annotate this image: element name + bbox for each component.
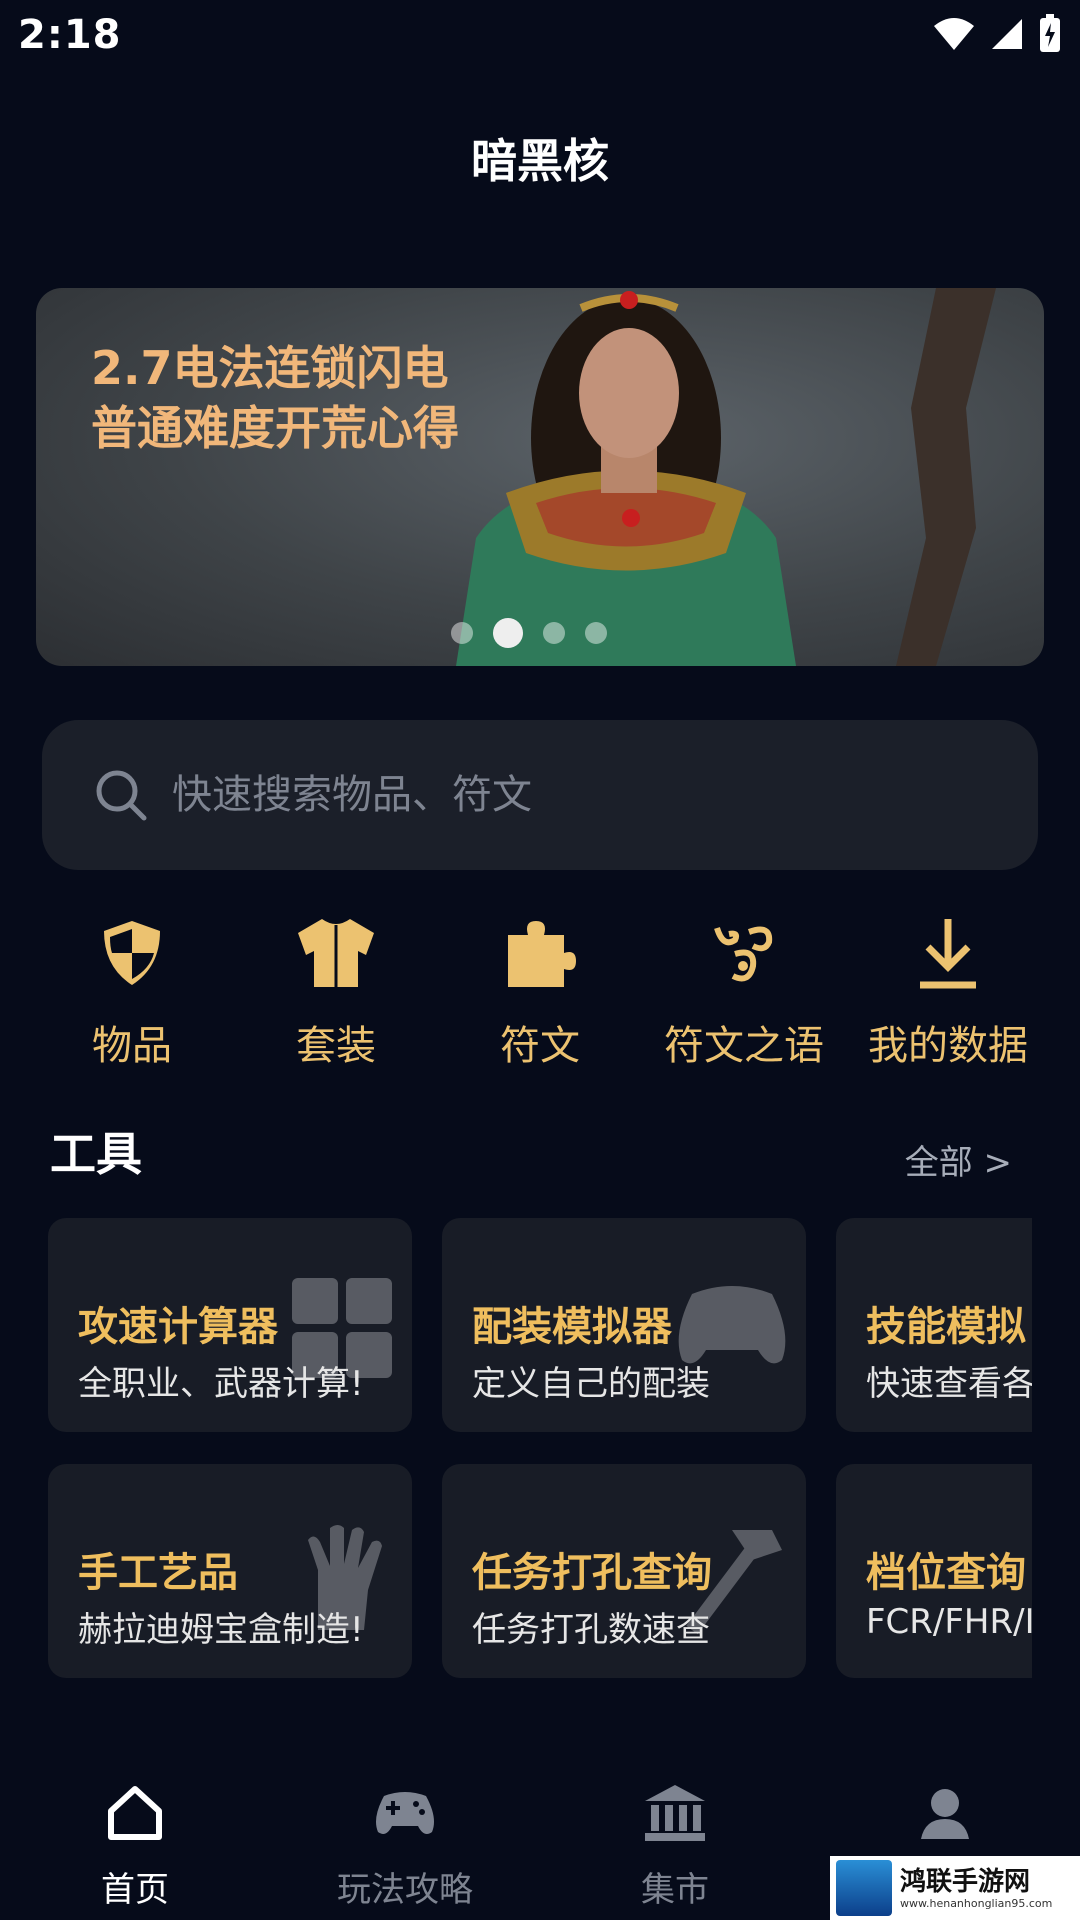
banner-carousel[interactable]: 2.7电法连锁闪电 普通难度开荒心得 [36,288,1044,666]
tool-subtitle: 定义自己的配装 [472,1364,710,1404]
category-label: 套装 [296,1023,376,1069]
carousel-dot[interactable] [451,622,473,644]
category-label: 符文 [500,1023,580,1069]
see-all-link[interactable]: 全部 > [905,1135,1012,1184]
watermark-name: 鸿联手游网 [900,1866,1031,1897]
tool-subtitle: FCR/FHR/I [866,1602,1032,1642]
tool-subtitle: 任务打孔数速查 [472,1610,710,1650]
wifi-icon [934,18,974,50]
shield-icon [104,921,160,985]
tool-subtitle: 快速查看各 [866,1364,1032,1404]
tool-title: 任务打孔查询 [472,1550,712,1596]
tab-label: 首页 [101,1870,169,1910]
signal-icon [992,19,1022,49]
tab-guides[interactable]: 玩法攻略 [270,1760,540,1920]
category-row: 物品 套装 符文 符文之语 我的数据 [30,905,1050,1071]
carousel-dot-active[interactable] [493,618,523,648]
status-icons [932,14,1062,54]
category-label: 物品 [92,1023,172,1069]
tool-subtitle: 全职业、武器计算! [78,1364,364,1404]
tools-grid: 攻速计算器 全职业、武器计算! 配装模拟器 定义自己的配装 技能模拟 快速查看各… [48,1218,1032,1678]
home-icon [108,1786,162,1840]
tools-section-title: 工具 [50,1127,142,1181]
tool-title: 技能模拟 [866,1304,1026,1350]
tool-subtitle: 赫拉迪姆宝盒制造! [78,1610,364,1650]
status-time: 2:18 [18,12,122,58]
carousel-dot[interactable] [543,622,565,644]
banner-line-1: 2.7电法连锁闪电 [91,341,449,395]
market-icon [645,1785,705,1841]
shirt-icon [298,919,374,987]
category-label: 我的数据 [868,1023,1028,1069]
profile-icon [921,1789,969,1839]
tool-card-breakpoints[interactable]: 档位查询 FCR/FHR/I [836,1464,1032,1678]
banner-line-2: 普通难度开荒心得 [91,401,459,455]
watermark-logo [836,1860,892,1916]
tool-title: 配装模拟器 [472,1304,672,1350]
search-input[interactable] [170,771,934,819]
tab-market[interactable]: 集市 [540,1760,810,1920]
watermark: 鸿联手游网 www.henanhonglian95.com [830,1856,1080,1920]
rune-symbol-icon [714,926,773,982]
tool-card-skill-simulator[interactable]: 技能模拟 快速查看各 [836,1218,1032,1432]
page-title: 暗黑核 [471,134,609,188]
puzzle-icon [508,921,576,987]
category-my-data[interactable]: 我的数据 [846,905,1050,1071]
download-icon [920,919,976,989]
tab-label: 玩法攻略 [337,1870,473,1910]
search-icon [96,770,147,821]
category-runewords[interactable]: 符文之语 [642,905,846,1071]
tool-card-attack-speed[interactable]: 攻速计算器 全职业、武器计算! [48,1218,412,1432]
tool-card-quest-socket[interactable]: 任务打孔查询 任务打孔数速查 [442,1464,806,1678]
category-runes[interactable]: 符文 [438,905,642,1071]
banner-headline: 2.7电法连锁闪电 普通难度开荒心得 [91,338,459,458]
category-label: 符文之语 [664,1023,824,1069]
tab-home[interactable]: 首页 [0,1760,270,1920]
category-items[interactable]: 物品 [30,905,234,1071]
search-bar[interactable] [42,720,1038,870]
battery-icon [1040,14,1060,52]
tool-title: 攻速计算器 [78,1304,278,1350]
gamepad-icon [376,1792,434,1834]
tool-title: 手工艺品 [78,1550,238,1596]
watermark-url: www.henanhonglian95.com [900,1896,1053,1910]
carousel-dot[interactable] [585,622,607,644]
tool-card-crafting[interactable]: 手工艺品 赫拉迪姆宝盒制造! [48,1464,412,1678]
carousel-indicators [451,618,607,648]
category-sets[interactable]: 套装 [234,905,438,1071]
status-bar: 2:18 [0,0,1080,72]
tab-label: 集市 [641,1870,709,1910]
tool-title: 档位查询 [866,1550,1026,1596]
tool-card-gear-simulator[interactable]: 配装模拟器 定义自己的配装 [442,1218,806,1432]
